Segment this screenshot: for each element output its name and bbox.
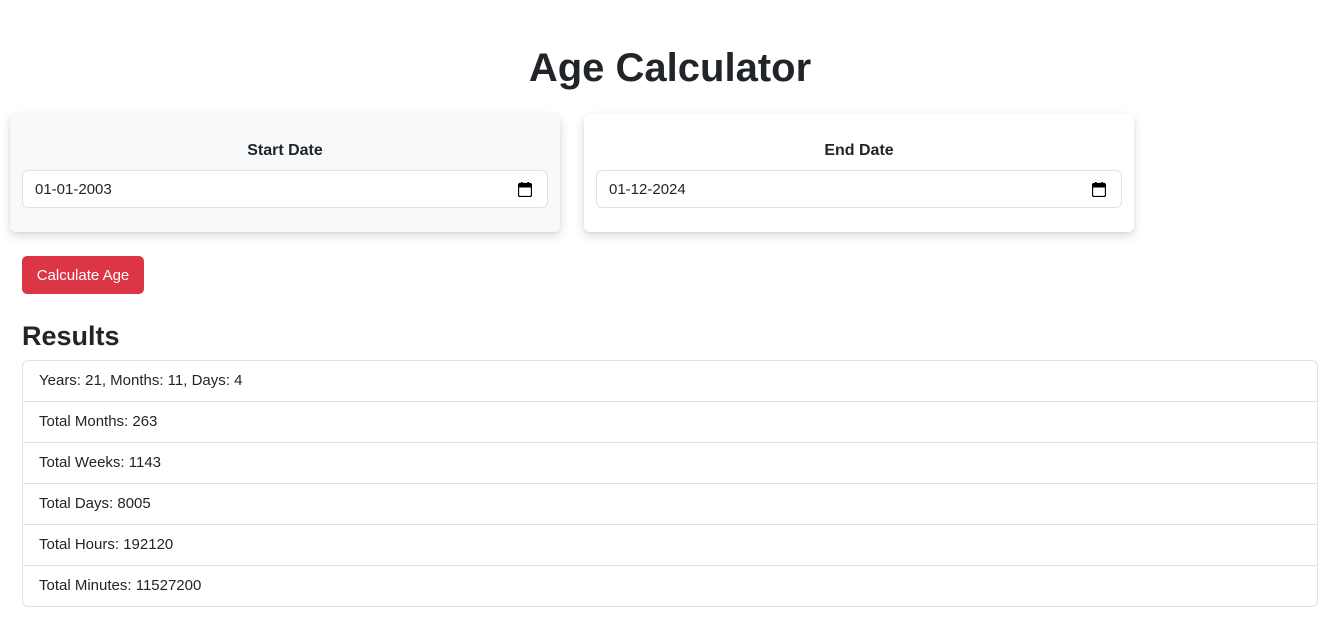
page-title: Age Calculator — [528, 46, 812, 90]
results-heading: Results — [22, 321, 120, 351]
end-date-input[interactable]: 01-12-2024 — [596, 170, 1122, 208]
calendar-icon[interactable] — [1092, 182, 1106, 197]
result-item-total-months: Total Months: 263 — [23, 402, 1317, 443]
calculate-age-button[interactable]: Calculate Age — [22, 256, 144, 294]
result-item-total-hours: Total Hours: 192120 — [23, 525, 1317, 566]
result-item-total-days: Total Days: 8005 — [23, 484, 1317, 525]
end-date-value[interactable]: 01-12-2024 — [609, 180, 686, 200]
start-date-label: Start Date — [247, 142, 323, 159]
end-date-label: End Date — [824, 142, 894, 159]
start-date-value[interactable]: 01-01-2003 — [35, 180, 112, 200]
result-item-total-minutes: Total Minutes: 11527200 — [39, 577, 202, 594]
result-item-years-months-days: Years: 21, Months: 11, Days: 4 — [23, 361, 1317, 402]
result-item-total-weeks: Total Weeks: 1143 — [23, 443, 1317, 484]
end-date-card: End Date 01-12-2024 — [584, 114, 1134, 232]
results-list: Years: 21, Months: 11, Days: 4 Total Mon… — [22, 360, 1318, 607]
calendar-icon[interactable] — [518, 182, 532, 197]
start-date-card: Start Date 01-01-2003 — [10, 114, 560, 232]
start-date-input[interactable]: 01-01-2003 — [22, 170, 548, 208]
